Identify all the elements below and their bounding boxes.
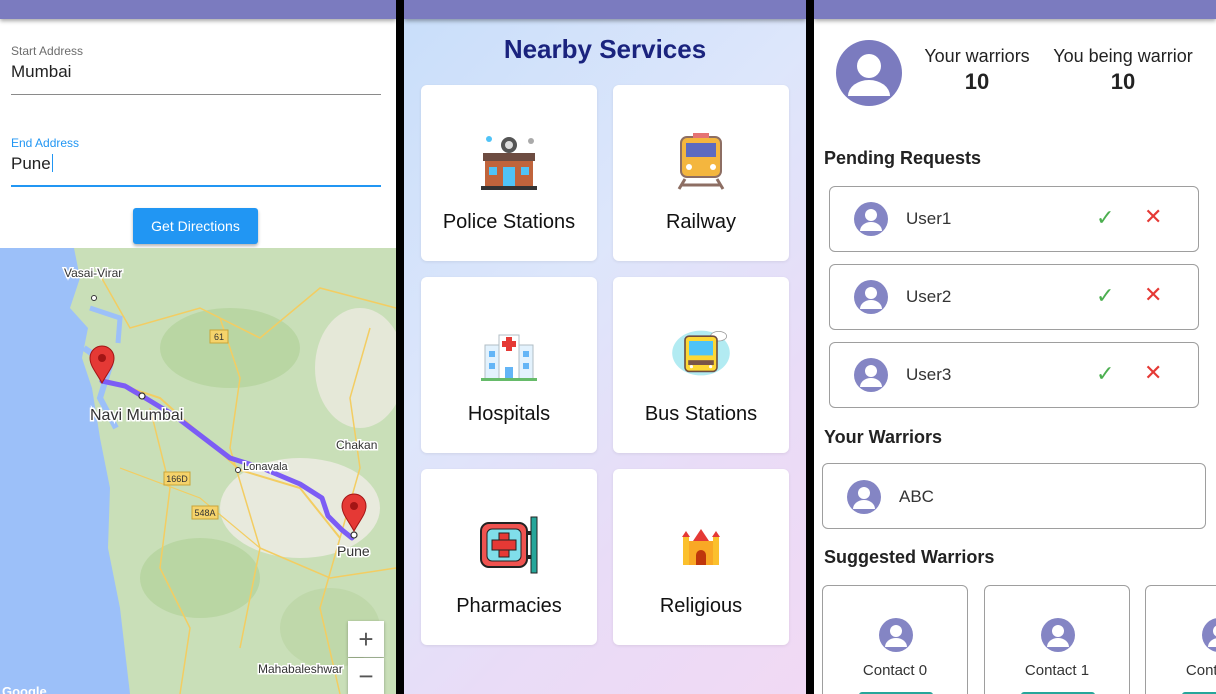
start-address-label: Start Address xyxy=(11,44,84,58)
accept-check-icon[interactable]: ✓ xyxy=(1096,283,1114,309)
app-bar xyxy=(814,0,1216,19)
being-warrior-stat: You being warrior 10 xyxy=(1048,46,1198,95)
map-label-navi-mumbai: Navi Mumbai xyxy=(90,407,183,424)
end-address-value: Pune xyxy=(11,154,51,173)
reject-close-icon[interactable]: ✕ xyxy=(1144,204,1162,230)
map-label-chakan: Chakan xyxy=(336,438,377,452)
service-card-bus-stations[interactable]: Bus Stations xyxy=(613,277,789,453)
police-station-icon xyxy=(477,129,541,193)
app-bar xyxy=(404,0,806,19)
map-canvas: 61 166D 548A Vasai-Virar Navi Mumbai Cha… xyxy=(0,248,396,694)
temple-icon xyxy=(669,513,733,577)
road-badge-166d: 166D xyxy=(166,474,188,484)
pharmacy-sign-icon xyxy=(477,513,541,577)
your-warriors-stat: Your warriors 10 xyxy=(920,46,1034,95)
suggested-contact-card[interactable]: Contact 2 xyxy=(1145,585,1216,694)
get-directions-button[interactable]: Get Directions xyxy=(133,208,258,244)
page-title: Nearby Services xyxy=(503,34,707,64)
suggested-warriors-title: Suggested Warriors xyxy=(824,547,995,567)
contact-name: Contact 2 xyxy=(1185,662,1216,679)
route-map[interactable]: 61 166D 548A Vasai-Virar Navi Mumbai Cha… xyxy=(0,248,396,694)
your-warriors-title: Your Warriors xyxy=(824,427,943,447)
bus-icon xyxy=(669,321,733,385)
service-card-railway[interactable]: Railway xyxy=(613,85,789,261)
service-card-police-stations[interactable]: Police Stations xyxy=(421,85,597,261)
pending-request-row: User1 ✓ ✕ xyxy=(829,186,1199,252)
warrior-name: ABC xyxy=(899,487,934,506)
start-address-field[interactable]: Start Address Mumbai xyxy=(11,44,381,95)
map-watermark: Google xyxy=(2,684,47,694)
service-card-hospitals[interactable]: Hospitals xyxy=(421,277,597,453)
user-avatar-icon xyxy=(854,280,888,314)
service-label: Bus Stations xyxy=(644,403,758,425)
service-label: Police Stations xyxy=(442,211,576,233)
warriors-screen: Your warriors 10 You being warrior 10 Pe… xyxy=(814,0,1216,694)
pending-requests-title: Pending Requests xyxy=(824,148,982,168)
end-address-input[interactable]: Pune xyxy=(11,154,381,176)
user-avatar-icon xyxy=(847,480,881,514)
being-warrior-label: You being warrior xyxy=(1053,46,1193,66)
request-user-name: User3 xyxy=(906,365,952,384)
start-address-underline xyxy=(11,94,381,95)
start-address-value[interactable]: Mumbai xyxy=(11,62,381,84)
zoom-out-button[interactable]: − xyxy=(348,658,384,694)
end-address-label: End Address xyxy=(11,136,80,150)
suggested-contact-card[interactable]: Contact 0 xyxy=(822,585,968,694)
map-label-mahabaleshwar: Mahabaleshwar xyxy=(258,662,343,676)
service-label: Railway xyxy=(665,211,737,233)
user-avatar-icon xyxy=(854,202,888,236)
accept-check-icon[interactable]: ✓ xyxy=(1096,361,1114,387)
service-label: Religious xyxy=(659,595,743,617)
request-user-name: User1 xyxy=(906,209,952,228)
suggested-contact-card[interactable]: Contact 1 xyxy=(984,585,1130,694)
accept-check-icon[interactable]: ✓ xyxy=(1096,205,1114,231)
user-avatar-icon xyxy=(879,618,913,652)
user-avatar-icon xyxy=(1041,618,1075,652)
profile-avatar-icon xyxy=(836,40,902,106)
warrior-row[interactable]: ABC xyxy=(822,463,1206,529)
road-badge-61: 61 xyxy=(214,332,224,342)
hospital-icon xyxy=(477,321,541,385)
text-cursor xyxy=(51,154,54,172)
contact-name: Contact 0 xyxy=(862,662,928,679)
reject-close-icon[interactable]: ✕ xyxy=(1144,360,1162,386)
map-label-pune: Pune xyxy=(337,543,370,559)
app-bar xyxy=(0,0,396,19)
pending-request-row: User2 ✓ ✕ xyxy=(829,264,1199,330)
service-label: Pharmacies xyxy=(456,595,562,617)
zoom-in-button[interactable]: + xyxy=(348,621,384,657)
road-badge-548a: 548A xyxy=(194,508,215,518)
end-address-field[interactable]: End Address Pune xyxy=(11,136,381,187)
service-label: Hospitals xyxy=(467,403,551,425)
user-avatar-icon xyxy=(1202,618,1216,652)
map-label-lonavala: Lonavala xyxy=(243,461,289,473)
nearby-services-screen: Nearby Services Police Stations Railway … xyxy=(404,0,806,694)
request-user-name: User2 xyxy=(906,287,952,306)
your-warriors-label: Your warriors xyxy=(924,46,1030,66)
service-card-pharmacies[interactable]: Pharmacies xyxy=(421,469,597,645)
pending-request-row: User3 ✓ ✕ xyxy=(829,342,1199,408)
service-card-religious[interactable]: Religious xyxy=(613,469,789,645)
end-address-underline xyxy=(11,185,381,187)
being-warrior-count: 10 xyxy=(1110,69,1136,94)
your-warriors-count: 10 xyxy=(964,69,990,94)
reject-close-icon[interactable]: ✕ xyxy=(1144,282,1162,308)
user-avatar-icon xyxy=(854,358,888,392)
directions-screen: Start Address Mumbai End Address Pune Ge… xyxy=(0,0,396,694)
map-label-vasai-virar: Vasai-Virar xyxy=(64,266,122,280)
contact-name: Contact 1 xyxy=(1024,662,1090,679)
train-icon xyxy=(669,129,733,193)
